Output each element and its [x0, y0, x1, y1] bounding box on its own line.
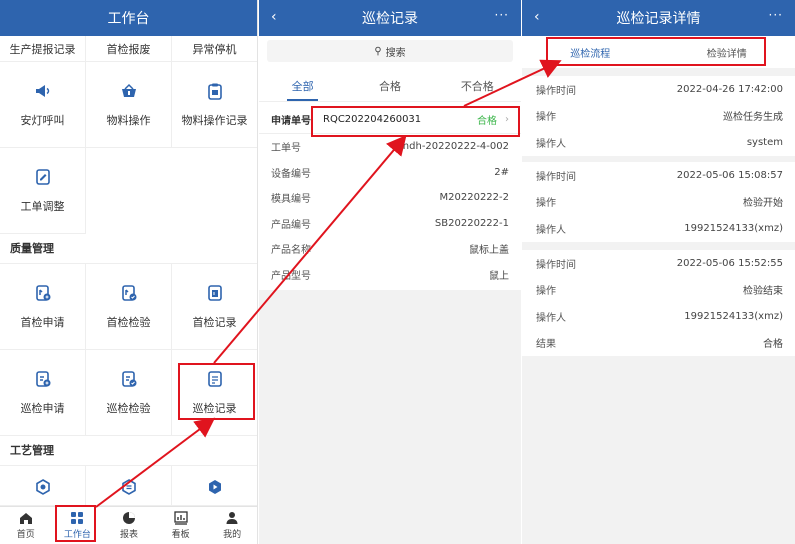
log-row: 操作人 19921524133(xmz): [536, 222, 783, 236]
tab-pass[interactable]: 合格: [346, 70, 433, 101]
record-card[interactable]: 申请单号 RQC202204260031 合格 › 工单号 jhdh-202202…: [259, 106, 521, 287]
request-no-value: RQC202204260031: [323, 114, 422, 125]
grid-item-patrol-check[interactable]: 巡检检验: [86, 350, 172, 436]
doc-apply-icon: [34, 370, 52, 388]
hexagon-play-icon: [206, 478, 224, 496]
back-button[interactable]: ‹: [271, 9, 277, 25]
grid-item-first-scrap[interactable]: 首检报废: [86, 36, 172, 62]
record-header-row[interactable]: 申请单号 RQC202204260031 合格 ›: [259, 106, 521, 134]
doc-record-icon: [206, 370, 224, 388]
record-row: 设备编号 2#: [271, 166, 509, 180]
grid-row-2: 工单调整: [0, 148, 257, 234]
record-row: 产品型号 鼠上: [271, 270, 509, 282]
log-row: 操作人 19921524133(xmz): [536, 310, 783, 324]
grid-row-4: 巡检申请 巡检检验 巡检记录: [0, 350, 257, 436]
doc-apply-icon: [34, 284, 52, 302]
records-header: ‹ 巡检记录 ···: [259, 0, 521, 36]
grid-row-5: [0, 466, 257, 506]
clipboard-icon: [206, 82, 224, 100]
log-row: 操作 检验结束: [536, 286, 783, 298]
nav-dashboard[interactable]: 看板: [155, 507, 207, 544]
grid-item-abnormal-stop[interactable]: 异常停机: [172, 36, 257, 62]
log-row: 操作 巡检任务生成: [536, 112, 783, 124]
grid-item-first-check[interactable]: 首检检验: [86, 264, 172, 350]
pie-chart-icon: [122, 512, 135, 524]
log-row: 操作 检验开始: [536, 198, 783, 210]
doc-check-icon: [120, 284, 138, 302]
section-quality: 质量管理: [0, 234, 257, 264]
edit-doc-icon: [34, 168, 52, 186]
grid-item-andon-call[interactable]: 安灯呼叫: [0, 62, 86, 148]
log-card: 操作时间 2022-05-06 15:52:55 操作 检验结束 操作人 199215…: [522, 250, 795, 356]
grid-item-patrol-apply[interactable]: 巡检申请: [0, 350, 86, 436]
record-row: 产品名称 鼠标上盖: [271, 245, 509, 257]
tab-inspection-detail[interactable]: 检验详情: [659, 36, 795, 68]
hexagon-icon: [34, 478, 52, 496]
workbench-header: 工作台: [0, 0, 257, 36]
result-pass: 合格: [763, 339, 783, 351]
home-icon: [19, 513, 32, 524]
grid-item-order-adjust[interactable]: 工单调整: [0, 148, 86, 234]
back-button[interactable]: ‹: [534, 9, 540, 25]
records-screen: ‹ 巡检记录 ··· ⚲ 搜索 全部 合格 不合格 申请单号 RQC202204…: [259, 0, 521, 544]
page-title: 工作台: [107, 11, 150, 27]
grid-item-material-op[interactable]: 物料操作: [86, 62, 172, 148]
grid-item-patrol-record[interactable]: 巡检记录: [172, 350, 257, 436]
section-process: 工艺管理: [0, 436, 257, 466]
clipped-grid-row: 生产提报记录 首检报废 异常停机: [0, 36, 257, 62]
log-row: 操作时间 2022-05-06 15:08:57: [536, 169, 783, 183]
grid-row-1: 安灯呼叫 物料操作 物料操作记录: [0, 62, 257, 148]
request-no-label: 申请单号: [271, 116, 311, 127]
bottom-nav: 首页 工作台 报表 看板 我的: [0, 506, 257, 544]
doc-record-icon: [206, 284, 224, 302]
grid-row-3: 首检申请 首检检验 首检记录: [0, 264, 257, 350]
log-row: 操作时间 2022-05-06 15:52:55: [536, 257, 783, 271]
bar-chart-icon: [173, 511, 188, 525]
page-title: 巡检记录: [362, 11, 418, 27]
grid-item-process-2[interactable]: [86, 466, 172, 506]
status-badge: 合格: [477, 116, 497, 127]
hexagon-list-icon: [120, 478, 138, 496]
doc-check-icon: [120, 370, 138, 388]
log-row: 操作人 system: [536, 136, 783, 150]
log-row: 结果 合格: [522, 330, 795, 357]
page-title: 巡检记录详情: [616, 11, 701, 27]
grid-item-first-record[interactable]: 首检记录: [172, 264, 257, 350]
detail-tabs: 巡检流程 检验详情: [522, 36, 795, 68]
search-input[interactable]: ⚲ 搜索: [267, 40, 513, 62]
megaphone-icon: [34, 82, 52, 100]
log-card: 操作时间 2022-04-26 17:42:00 操作 巡检任务生成 操作人 syst…: [522, 76, 795, 156]
record-row: 工单号 jhdh-20220222-4-002: [271, 141, 509, 155]
detail-screen: ‹ 巡检记录详情 ··· 巡检流程 检验详情 操作时间 2022-04-26 17…: [522, 0, 795, 544]
basket-icon: [120, 82, 138, 100]
filter-tabs: 全部 合格 不合格: [259, 70, 521, 102]
nav-workbench[interactable]: 工作台: [52, 507, 104, 544]
tab-all[interactable]: 全部: [259, 70, 346, 101]
grid-item-first-apply[interactable]: 首检申请: [0, 264, 86, 350]
log-card: 操作时间 2022-05-06 15:08:57 操作 检验开始 操作人 199215…: [522, 162, 795, 242]
nav-reports[interactable]: 报表: [103, 507, 155, 544]
tab-fail[interactable]: 不合格: [434, 70, 521, 101]
detail-header: ‹ 巡检记录详情 ···: [522, 0, 795, 36]
nav-mine[interactable]: 我的: [206, 507, 257, 544]
record-row: 模具编号 M20220222-2: [271, 192, 509, 206]
more-button[interactable]: ···: [769, 8, 783, 22]
grid-item-process-1[interactable]: [0, 466, 86, 506]
grid-item-material-record[interactable]: 物料操作记录: [172, 62, 257, 148]
more-button[interactable]: ···: [495, 8, 509, 22]
nav-home[interactable]: 首页: [0, 507, 52, 544]
tab-patrol-flow[interactable]: 巡检流程: [522, 36, 659, 68]
user-icon: [226, 512, 238, 524]
record-row: 产品编号 SB20220222-1: [271, 217, 509, 231]
workbench-screen: 工作台 生产提报记录 首检报废 异常停机 安灯呼叫 物料操作 物料操作记录 工单…: [0, 0, 258, 544]
empty-area: [259, 290, 521, 544]
grid-item-process-3[interactable]: [172, 466, 257, 506]
chevron-right-icon: ›: [505, 114, 509, 125]
grid-item-production-report[interactable]: 生产提报记录: [0, 36, 86, 62]
log-row: 操作时间 2022-04-26 17:42:00: [536, 83, 783, 97]
search-icon: ⚲: [374, 45, 382, 57]
grid-icon: [71, 512, 84, 524]
